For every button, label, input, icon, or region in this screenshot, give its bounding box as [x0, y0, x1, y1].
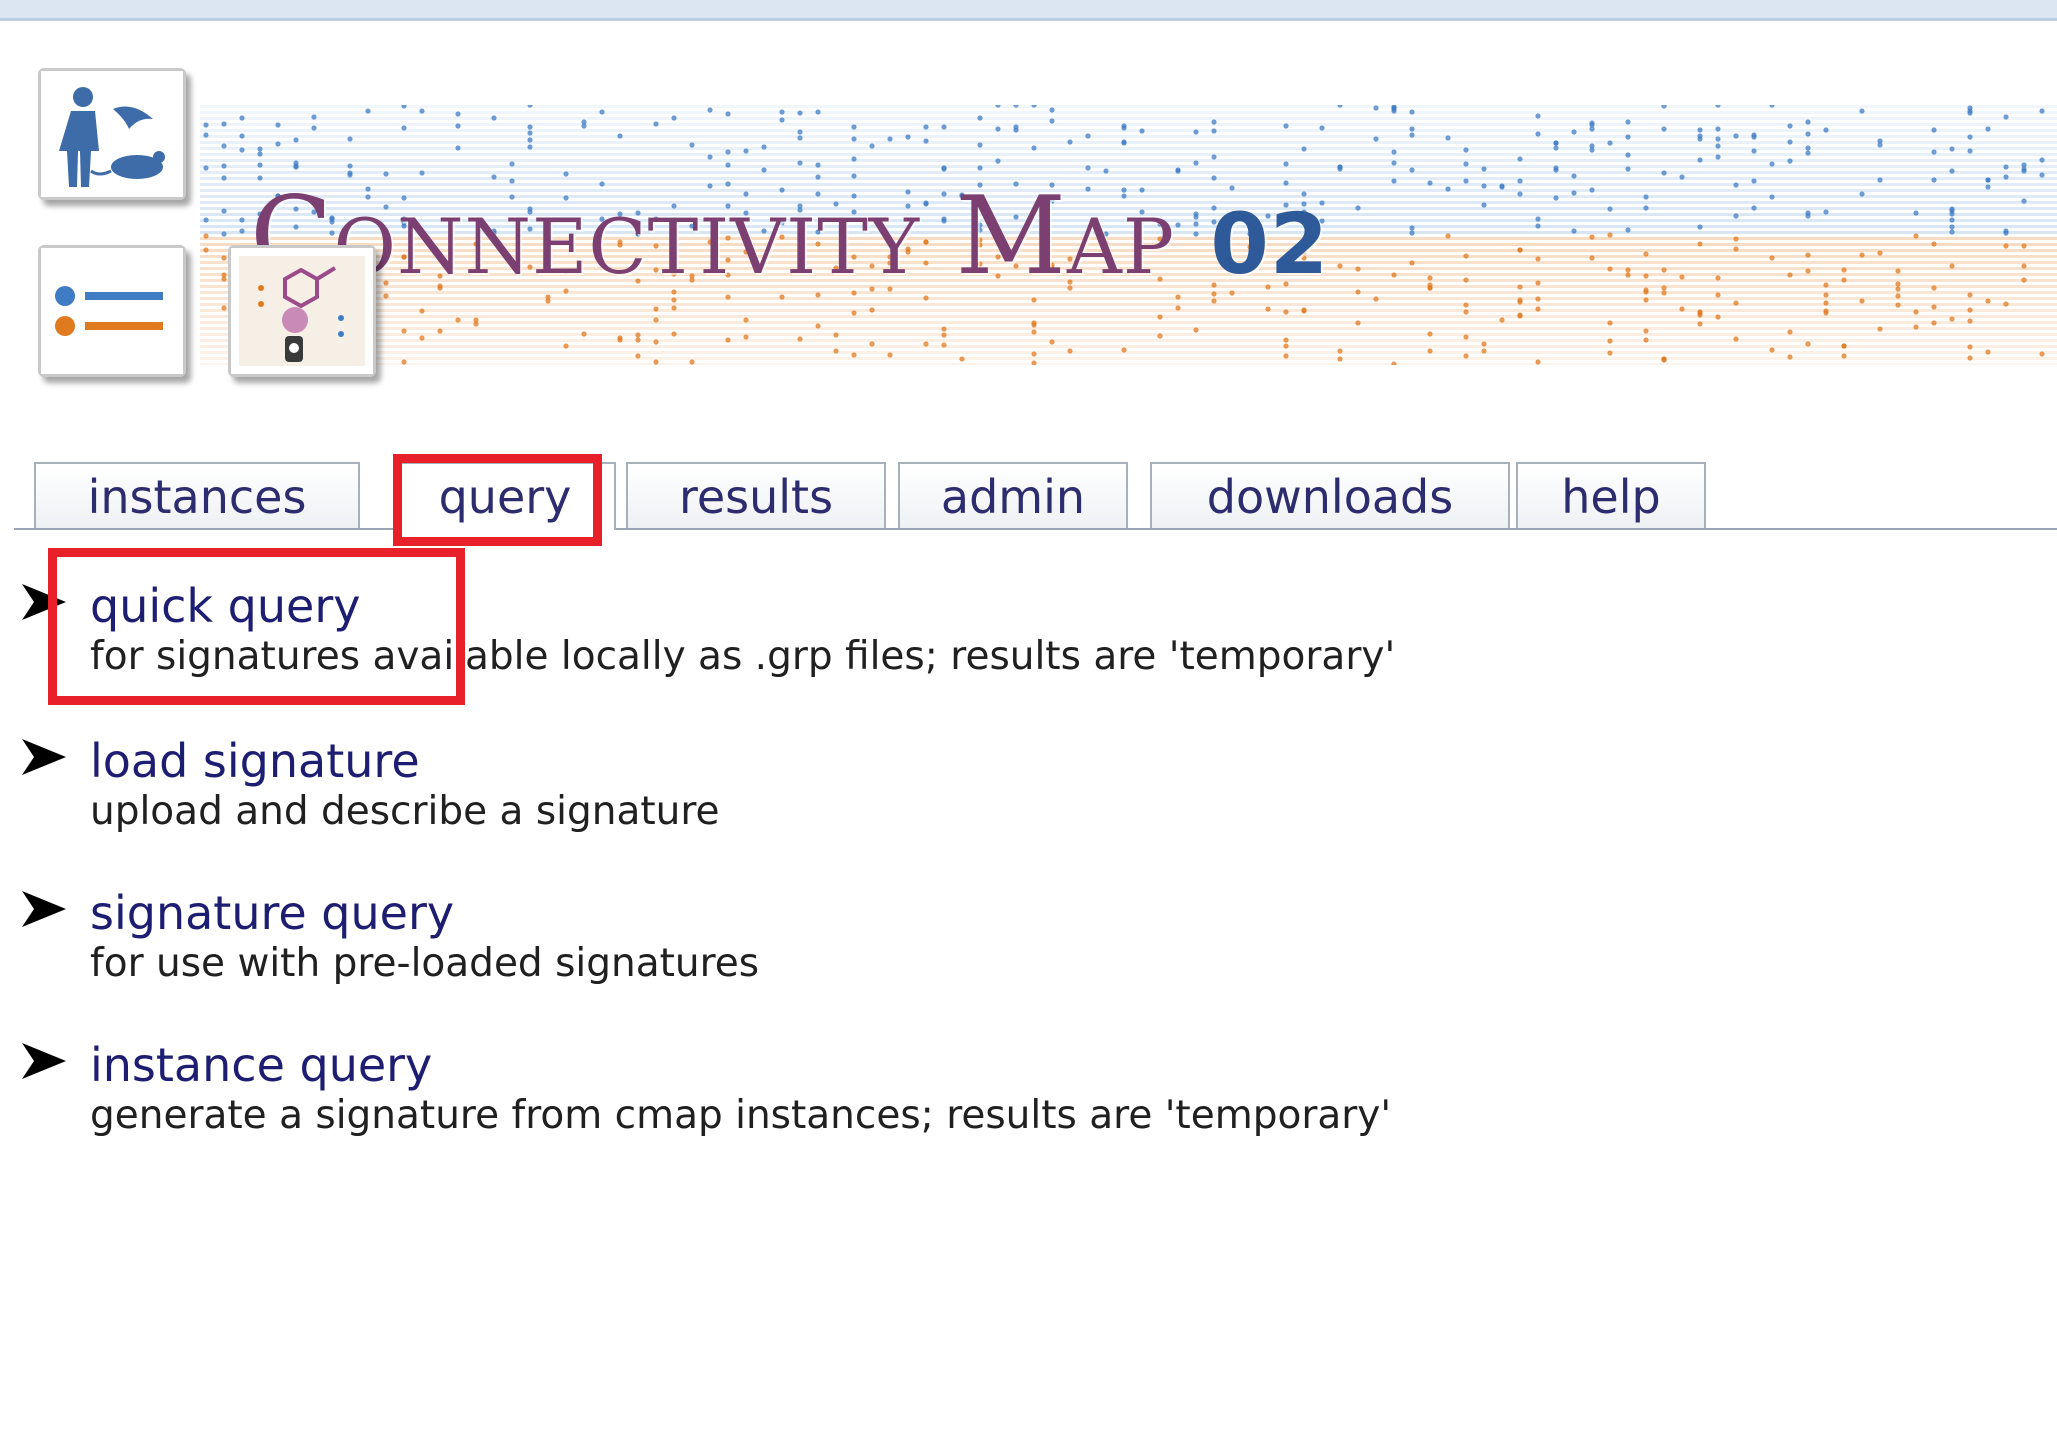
- tab-downloads[interactable]: downloads: [1150, 462, 1510, 528]
- arrow-right-icon: [20, 582, 68, 622]
- app-title-text: Connectivity Map: [250, 174, 1175, 299]
- signature-query-description: for use with pre-loaded signatures: [90, 941, 760, 986]
- tab-help[interactable]: help: [1516, 462, 1706, 528]
- quick-query-link[interactable]: quick query: [90, 578, 360, 634]
- load-signature-link[interactable]: load signature: [90, 733, 420, 789]
- arrow-right-icon: [20, 889, 68, 929]
- quick-query-description: for signatures available locally as .grp…: [90, 634, 1396, 679]
- instance-query-description: generate a signature from cmap instances…: [90, 1093, 1392, 1138]
- arrow-right-icon: [20, 737, 68, 777]
- tab-bar: instances query results admin downloads …: [14, 462, 2057, 530]
- tab-instances[interactable]: instances: [34, 462, 360, 528]
- instance-query-link[interactable]: instance query: [90, 1037, 432, 1093]
- tab-results[interactable]: results: [626, 462, 886, 528]
- tab-admin[interactable]: admin: [898, 462, 1128, 528]
- app-version: 02: [1210, 195, 1330, 293]
- tab-query[interactable]: query: [394, 462, 616, 530]
- header-banner: Connectivity Map 02: [200, 105, 2057, 365]
- signature-query-link[interactable]: signature query: [90, 885, 454, 941]
- app-title: Connectivity Map 02: [250, 183, 1329, 291]
- load-signature-description: upload and describe a signature: [90, 789, 720, 834]
- list-icon: [38, 245, 186, 377]
- chemical-icon: [228, 245, 376, 377]
- organisms-icon: [38, 68, 186, 200]
- window-top-strip: [0, 0, 2057, 21]
- arrow-right-icon: [20, 1041, 68, 1081]
